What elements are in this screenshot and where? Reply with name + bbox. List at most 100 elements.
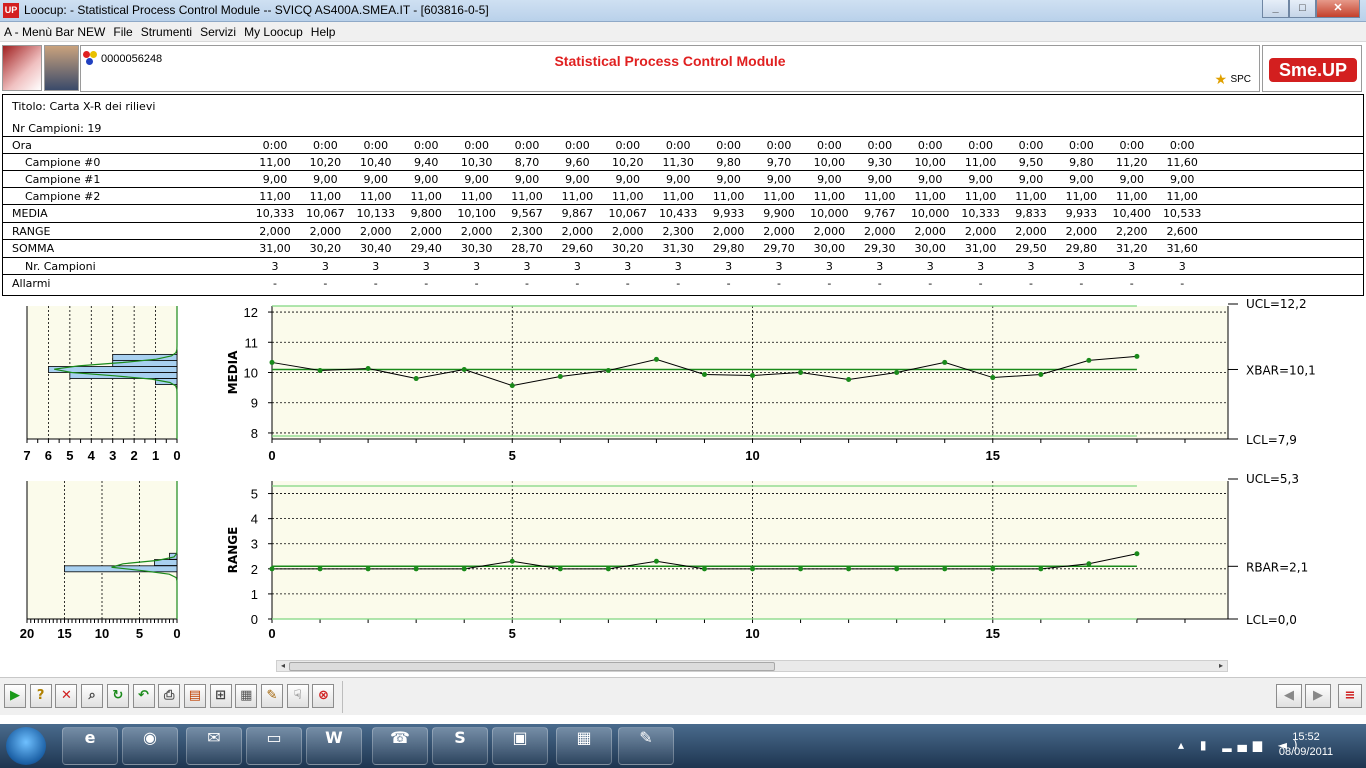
histogram-tick-label: 1 [152, 448, 159, 463]
clock-time: 15:52 [1292, 731, 1320, 743]
table-cell: 0:00 [1018, 139, 1044, 152]
phone-icon[interactable]: ☎ [372, 727, 428, 765]
w-icon[interactable]: W [306, 727, 362, 765]
table-cell: 3 [473, 260, 481, 273]
table-cell: 11,00 [612, 190, 644, 203]
chrome-icon[interactable]: ◉ [122, 727, 178, 765]
table-cell: 29,80 [712, 242, 745, 255]
data-point [750, 373, 756, 379]
table-cell: 3 [271, 260, 279, 273]
explorer-icon[interactable]: ▭ [246, 727, 302, 765]
help-icon[interactable]: ? [29, 684, 52, 708]
run-icon[interactable]: ▶ [4, 684, 26, 708]
scroll-right-icon[interactable]: ▸ [1216, 661, 1226, 671]
menu-item-myloocup[interactable]: My Loocup [244, 22, 303, 41]
scroll-left-icon[interactable]: ◂ [278, 661, 288, 671]
y-axis-title: RANGE [226, 527, 240, 574]
data-point [942, 566, 948, 572]
table-cell: 9,00 [262, 173, 288, 186]
delete-icon[interactable]: ✕ [55, 684, 78, 708]
bottom-toolbar: ◀ ▶ ≡ ▶? ✕ ⌕ ↻ ↶ ⎙ ▤ ⊞ ▦ ✎ ☟ ⊗ [0, 677, 1366, 715]
user-avatar[interactable] [2, 45, 42, 91]
table-cell: 0:00 [1069, 139, 1094, 152]
table-cell: - [575, 277, 580, 290]
histogram-bar [112, 360, 178, 367]
print-icon[interactable]: ⎙ [158, 684, 181, 708]
table-cell: 11,00 [864, 190, 896, 203]
page-title: Statistical Process Control Module [554, 53, 786, 69]
table-cell: 29,60 [561, 242, 594, 255]
photo-avatar[interactable] [44, 45, 79, 91]
menu-item-help[interactable]: Help [311, 22, 336, 41]
export-icon[interactable]: ▤ [183, 684, 206, 708]
horizontal-scrollbar[interactable]: ◂ ▸ [276, 660, 1228, 672]
menu-item-strumenti[interactable]: Strumenti [141, 22, 192, 41]
histogram-tick-label: 0 [173, 448, 180, 463]
ie-icon[interactable]: e [62, 727, 118, 765]
table-row: Campione #2 11,00 11,00 11,00 11,00 11,00 11,0… [3, 188, 1363, 205]
row-label: RANGE [12, 225, 51, 238]
table-cell: 3 [1128, 260, 1136, 273]
data-point [269, 359, 275, 365]
refresh-icon[interactable]: ↻ [106, 684, 129, 708]
image-icon[interactable]: ▦ [235, 684, 258, 708]
window-icon[interactable]: ▣ [492, 727, 548, 765]
table-cell: 28,70 [511, 242, 543, 255]
scroll-thumb[interactable] [289, 662, 775, 671]
table-cell: 11,30 [662, 156, 694, 169]
table-cell: 11,00 [712, 190, 745, 203]
data-point [750, 566, 756, 572]
menu-button[interactable]: ≡ [1338, 684, 1362, 708]
skype-icon[interactable]: S [432, 727, 488, 765]
mail-icon[interactable]: ✉ [186, 727, 242, 765]
next-button[interactable]: ▶ [1305, 684, 1331, 708]
row-label: SOMMA [12, 242, 55, 255]
table-cell: 10,20 [612, 156, 644, 169]
menu-item-servizi[interactable]: Servizi [200, 22, 236, 41]
close-button[interactable]: ✕ [1316, 0, 1360, 18]
table-cell: 11,00 [813, 190, 846, 203]
table-cell: 2,300 [511, 225, 543, 238]
table-title-row: Titolo: Carta X-R dei rilievi [3, 95, 1363, 117]
taskbar: e ◉ ✉ ▭ W ☎ S ▣ ▦ ✎ ▴ ▮ ▂▄▆ ◄) 15:52 08/… [0, 724, 1366, 768]
paint-icon[interactable]: ✎ [618, 727, 674, 765]
table-cell: 2,600 [1166, 225, 1198, 238]
table-cell: 3 [624, 260, 632, 273]
maximize-button[interactable]: □ [1289, 0, 1316, 18]
table-cell: 9,80 [1069, 156, 1094, 169]
row-label: Campione #0 [25, 156, 101, 169]
stop-icon[interactable]: ⊗ [312, 684, 335, 708]
back-icon[interactable]: ↶ [132, 684, 155, 708]
table-cell: 2,000 [410, 225, 442, 238]
table-cell: 0:00 [565, 139, 590, 152]
menu-item[interactable]: A - Menù Bar NEW [4, 22, 105, 41]
menu-item-file[interactable]: File [113, 22, 132, 41]
data-point [269, 566, 275, 572]
table-cell: - [777, 277, 781, 290]
table-cell: 11,00 [309, 190, 342, 203]
x-tick-label: 0 [268, 626, 275, 641]
table-cell: - [877, 277, 882, 290]
clock[interactable]: 15:52 08/09/2011 [1276, 730, 1336, 760]
x-tick-label: 0 [268, 448, 275, 463]
start-button[interactable] [6, 727, 46, 765]
data-point [1086, 561, 1092, 567]
tools-icon[interactable]: ✎ [261, 684, 283, 708]
table-cell: 11,00 [662, 190, 694, 203]
table-cell: 11,60 [1166, 156, 1198, 169]
table-cell: 11,00 [763, 190, 795, 203]
data-point [942, 359, 948, 365]
table-cell: 9,00 [413, 173, 439, 186]
table-cell: 11,00 [410, 190, 442, 203]
histogram-tick-label: 5 [136, 626, 143, 641]
table-cell: 11,00 [259, 190, 291, 203]
select-icon[interactable]: ☟ [286, 684, 309, 708]
table-cell: 10,533 [1162, 207, 1202, 220]
zoom-icon[interactable]: ⌕ [81, 684, 104, 708]
minimize-button[interactable]: _ [1262, 0, 1289, 18]
prev-button[interactable]: ◀ [1276, 684, 1302, 708]
loocup-icon[interactable]: ▦ [556, 727, 612, 765]
y-tick-label: 12 [244, 305, 258, 320]
cart-icon[interactable]: ⊞ [209, 684, 232, 708]
center-label: RBAR=2,1 [1246, 560, 1308, 574]
